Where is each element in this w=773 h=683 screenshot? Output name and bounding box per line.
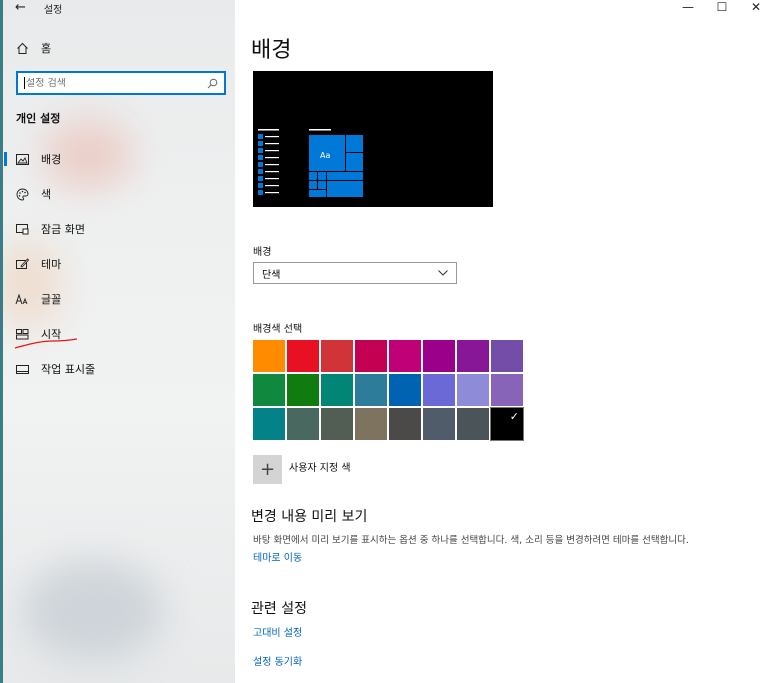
minimize-icon[interactable]: — [671,0,705,14]
color-swatch[interactable] [253,340,285,372]
color-swatch[interactable] [457,340,489,372]
background-blur [3,240,63,330]
background-dropdown[interactable]: 단색 [253,262,457,284]
color-swatch[interactable] [423,340,455,372]
sidebar-item-background[interactable]: 배경 [15,150,61,168]
preview-section-title: 변경 내용 미리 보기 [251,509,368,525]
background-blur [23,560,163,660]
search-icon[interactable] [207,74,218,93]
window-title: 설정 [43,4,63,16]
color-swatch[interactable] [355,408,387,440]
home-item[interactable]: 홈 [15,39,51,57]
maximize-icon[interactable]: ☐ [705,0,739,14]
sidebar: ← 설정 홈 개인 설정 배경 색 잠금 화면 [0,0,235,683]
color-swatch[interactable] [389,374,421,406]
sidebar-item-theme[interactable]: 테마 [15,255,61,273]
sidebar-item-label: 색 [41,188,52,201]
color-swatch[interactable] [287,408,319,440]
custom-color-label[interactable]: 사용자 지정 색 [289,459,351,474]
background-label: 배경 [253,247,272,258]
palette-icon [15,187,29,201]
font-icon [15,292,29,306]
go-to-themes-link[interactable]: 테마로 이동 [253,549,302,564]
color-swatch[interactable] [389,340,421,372]
color-swatch[interactable] [423,408,455,440]
back-arrow-icon[interactable]: ← [15,0,26,16]
color-swatch[interactable] [321,340,353,372]
sidebar-item-label: 작업 표시줄 [41,363,96,376]
color-swatch[interactable] [355,374,387,406]
sidebar-item-lock-screen[interactable]: 잠금 화면 [15,220,85,238]
sidebar-item-fonts[interactable]: 글꼴 [15,290,61,308]
search-input[interactable] [26,77,207,89]
plus-icon: + [259,459,276,480]
main-panel: — ☐ ✕ 배경 Aa 배경 단색 배경색 선택 ✓ + 사용자 지정 색 변경… [235,0,773,683]
color-swatch[interactable] [321,408,353,440]
taskbar-icon [15,362,29,376]
preview-section-description: 바탕 화면에서 미리 보기를 표시하는 옵션 중 하나를 선택합니다. 색, 소… [253,535,689,546]
section-title: 개인 설정 [16,112,61,125]
checkmark-icon: ✓ [509,410,519,423]
color-swatch[interactable] [355,340,387,372]
color-swatch[interactable] [491,340,523,372]
high-contrast-link[interactable]: 고대비 설정 [253,624,302,639]
close-icon[interactable]: ✕ [739,0,773,14]
related-settings-title: 관련 설정 [251,601,307,617]
selected-indicator [4,152,7,166]
chevron-down-icon [438,268,448,279]
sidebar-item-color[interactable]: 색 [15,185,51,203]
home-icon [15,41,29,55]
sidebar-item-label: 글꼴 [41,293,62,306]
color-swatch[interactable] [491,374,523,406]
preview-tile-text: Aa [320,151,330,160]
sidebar-item-label: 테마 [41,258,62,271]
start-menu-preview: Aa [258,129,363,197]
sync-settings-link[interactable]: 설정 동기화 [253,653,302,668]
desktop-preview: Aa [253,71,493,207]
color-swatch[interactable]: ✓ [490,407,524,441]
page-title: 배경 [251,38,292,63]
color-swatch[interactable] [423,374,455,406]
color-swatch[interactable] [389,408,421,440]
red-annotation-underline [14,338,78,349]
color-swatch-grid: ✓ [253,340,524,441]
theme-brush-icon [15,257,29,271]
color-swatch[interactable] [287,374,319,406]
lock-screen-icon [15,222,29,236]
search-box[interactable] [16,71,226,95]
color-swatch[interactable] [457,408,489,440]
window-controls: — ☐ ✕ [671,0,773,14]
color-picker-label: 배경색 선택 [253,324,303,335]
sidebar-item-label: 잠금 화면 [41,223,85,236]
color-swatch[interactable] [457,374,489,406]
text-caret [24,77,25,89]
add-custom-color-button[interactable]: + [253,455,282,484]
home-label: 홈 [41,42,52,55]
sidebar-item-taskbar[interactable]: 작업 표시줄 [15,360,95,378]
color-swatch[interactable] [287,340,319,372]
background-dropdown-value: 단색 [262,269,281,281]
color-swatch[interactable] [253,408,285,440]
color-swatch[interactable] [321,374,353,406]
title-bar: ← 설정 [15,0,62,16]
picture-icon [15,152,29,166]
color-swatch[interactable] [253,374,285,406]
sidebar-item-label: 배경 [41,153,62,166]
